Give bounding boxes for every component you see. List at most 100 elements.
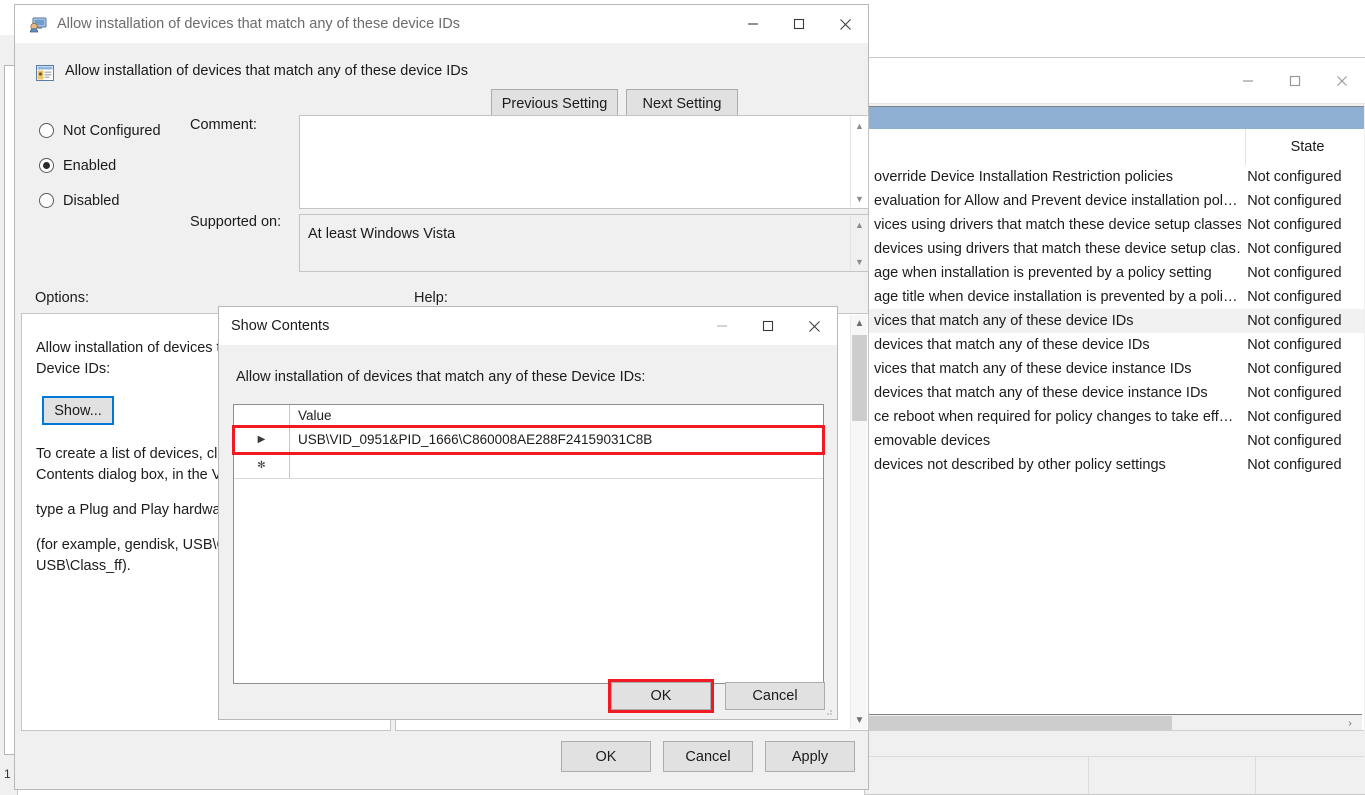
gpe-setting-name: age when installation is prevented by a …	[874, 265, 1212, 281]
comment-scrollbar[interactable]: ▲ ▼	[850, 117, 867, 207]
gpe-setting-name: devices that match any of these device i…	[874, 385, 1208, 401]
row-selector-arrow-icon[interactable]: ▶	[234, 427, 290, 453]
gpe-bottom-cell-3	[1256, 757, 1364, 794]
gpe-horizontal-scrollbar[interactable]: ›	[867, 714, 1362, 730]
chevron-down-icon[interactable]: ▼	[851, 712, 868, 729]
gpe-setting-name: vices that match any of these device ins…	[874, 361, 1192, 377]
gpe-settings-list[interactable]: State override Device Installation Restr…	[867, 106, 1364, 771]
policy-state-radio-disabled[interactable]: Disabled	[27, 183, 187, 218]
gpe-setting-state: Not configured	[1247, 361, 1342, 377]
policy-state-radio-label: Disabled	[63, 192, 120, 209]
chevron-up-icon[interactable]: ▲	[851, 216, 868, 233]
gpe-setting-state: Not configured	[1247, 457, 1342, 473]
gpe-setting-row[interactable]: emovable devices Not configured	[868, 429, 1364, 453]
policy-dialog-title: Allow installation of devices that match…	[57, 16, 460, 32]
gpe-hscroll-thumb[interactable]	[869, 716, 1172, 730]
policy-window-icon	[29, 15, 47, 33]
policy-ok-button[interactable]: OK	[561, 741, 651, 772]
gpe-window-controls	[1224, 58, 1365, 104]
show-contents-close-icon[interactable]	[791, 307, 837, 345]
radio-icon[interactable]	[39, 123, 54, 138]
gpe-setting-state: Not configured	[1247, 409, 1342, 425]
help-scroll-thumb[interactable]	[852, 335, 867, 421]
gpe-setting-row[interactable]: vices using drivers that match these dev…	[868, 213, 1364, 237]
gpe-setting-row[interactable]: ce reboot when required for policy chang…	[868, 405, 1364, 429]
gpe-setting-row[interactable]: vices that match any of these device ins…	[868, 357, 1364, 381]
radio-icon[interactable]	[39, 193, 54, 208]
grid-value-column-header[interactable]: Value	[290, 405, 823, 426]
policy-cancel-button[interactable]: Cancel	[663, 741, 753, 772]
options-label-line2: Device IDs:	[36, 361, 111, 377]
gpe-setting-row[interactable]: vices that match any of these device IDs…	[868, 309, 1364, 333]
gpe-setting-name: devices using drivers that match these d…	[874, 241, 1242, 257]
policy-state-radio-enabled[interactable]: Enabled	[27, 148, 187, 183]
policy-dialog-header: Allow installation of devices that match…	[15, 43, 868, 119]
gpe-setting-state: Not configured	[1247, 217, 1342, 233]
policy-close-icon[interactable]	[822, 5, 868, 43]
policy-apply-button[interactable]: Apply	[765, 741, 855, 772]
show-contents-maximize-icon[interactable]	[745, 307, 791, 345]
gpe-setting-state: Not configured	[1247, 313, 1342, 329]
gpe-setting-row[interactable]: devices not described by other policy se…	[868, 453, 1364, 477]
new-row-asterisk-icon[interactable]: ✻	[234, 453, 290, 479]
show-contents-cancel-button[interactable]: Cancel	[725, 682, 825, 710]
options-label: Options:	[35, 290, 89, 306]
chevron-up-icon[interactable]: ▲	[851, 117, 868, 134]
show-contents-ok-button[interactable]: OK	[608, 679, 714, 713]
gpe-bottom-cell-1	[867, 757, 1089, 794]
gpe-setting-row[interactable]: devices using drivers that match these d…	[868, 237, 1364, 261]
gpe-status-bar	[867, 730, 1364, 756]
supported-on-label: Supported on:	[190, 214, 282, 230]
gpe-setting-name: devices that match any of these device I…	[874, 337, 1150, 353]
gpe-setting-row[interactable]: evaluation for Allow and Prevent device …	[868, 189, 1364, 213]
resize-grip-icon[interactable]	[821, 704, 833, 716]
show-contents-minimize-icon[interactable]	[699, 307, 745, 345]
gpe-minimize-icon[interactable]	[1224, 58, 1271, 104]
options-desc-p1b: Contents dialog box, in the Va	[36, 467, 229, 483]
policy-dialog-titlebar: Allow installation of devices that match…	[15, 5, 868, 43]
radio-icon[interactable]	[39, 158, 54, 173]
device-id-value[interactable]	[290, 453, 823, 479]
gpe-setting-state: Not configured	[1247, 193, 1342, 209]
policy-minimize-icon[interactable]	[730, 5, 776, 43]
gpe-selection-band	[868, 107, 1364, 129]
gpe-setting-state: Not configured	[1247, 289, 1342, 305]
options-desc-p2: type a Plug and Play hardware	[36, 502, 234, 518]
gpe-setting-name: ce reboot when required for policy chang…	[874, 409, 1234, 425]
gpe-setting-state: Not configured	[1247, 169, 1342, 185]
gpe-setting-state: Not configured	[1247, 337, 1342, 353]
help-label: Help:	[414, 290, 448, 306]
gpe-titlebar	[865, 58, 1365, 104]
comment-field[interactable]: ▲ ▼	[299, 115, 869, 209]
show-contents-caption: Allow installation of devices that match…	[236, 369, 646, 385]
chevron-down-icon[interactable]: ▼	[851, 190, 868, 207]
show-contents-title: Show Contents	[231, 318, 330, 334]
policy-setting-icon	[35, 63, 55, 83]
gpe-close-icon[interactable]	[1318, 58, 1365, 104]
gpe-setting-row[interactable]: devices that match any of these device I…	[868, 333, 1364, 357]
group-policy-editor-window: State override Device Installation Restr…	[864, 57, 1365, 795]
gpe-setting-row[interactable]: devices that match any of these device i…	[868, 381, 1364, 405]
supported-on-scrollbar[interactable]: ▲ ▼	[850, 216, 867, 270]
options-desc-p3: (for example, gendisk, USB\C	[36, 537, 227, 553]
gpe-setting-row[interactable]: age title when device installation is pr…	[868, 285, 1364, 309]
help-scrollbar[interactable]: ▲ ▼	[850, 315, 867, 729]
device-id-value[interactable]: USB\VID_0951&PID_1666\C860008AE288F24159…	[290, 427, 823, 453]
device-id-row[interactable]: ▶ USB\VID_0951&PID_1666\C860008AE288F2415…	[232, 425, 825, 455]
device-ids-grid-body: ▶ USB\VID_0951&PID_1666\C860008AE288F2415…	[232, 425, 825, 479]
chevron-up-icon[interactable]: ▲	[851, 315, 868, 332]
device-id-row[interactable]: ✻	[234, 453, 823, 479]
gpe-maximize-icon[interactable]	[1271, 58, 1318, 104]
policy-state-radio-not-configured[interactable]: Not Configured	[27, 113, 187, 148]
device-ids-grid[interactable]: Value ▶ USB\VID_0951&PID_1666\C860008AE28…	[232, 404, 825, 684]
gpe-setting-state: Not configured	[1247, 385, 1342, 401]
gpe-setting-row[interactable]: override Device Installation Restriction…	[868, 165, 1364, 189]
show-contents-footer: OK Cancel	[219, 679, 837, 719]
chevron-down-icon[interactable]: ▼	[851, 253, 868, 270]
show-button[interactable]: Show...	[42, 396, 114, 425]
chevron-right-icon[interactable]: ›	[1342, 715, 1358, 731]
supported-on-value: At least Windows Vista	[308, 226, 456, 242]
gpe-column-header-state[interactable]: State	[1245, 129, 1365, 165]
gpe-setting-row[interactable]: age when installation is prevented by a …	[868, 261, 1364, 285]
policy-maximize-icon[interactable]	[776, 5, 822, 43]
